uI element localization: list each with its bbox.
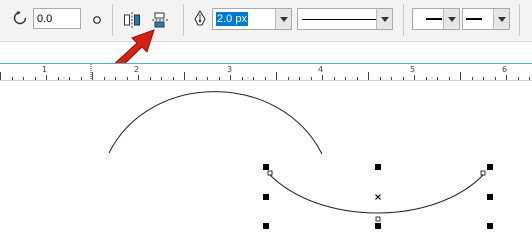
rotation-angle-input[interactable] (33, 8, 81, 29)
ruler-ticks (0, 64, 530, 80)
selection-handle[interactable] (487, 164, 493, 170)
pen-nib-icon (193, 9, 207, 33)
selection-handle[interactable] (375, 223, 381, 229)
app-window: 2.0 px 1 2 3 4 5 (0, 0, 532, 251)
ruler-label: 4 (318, 65, 324, 74)
degree-circle-icon (92, 12, 102, 30)
chevron-down-icon[interactable] (376, 9, 392, 29)
toolbar-separator (183, 4, 184, 36)
ruler-label: 5 (410, 65, 416, 74)
selection-handle[interactable] (375, 164, 381, 170)
selection-handle[interactable] (487, 194, 493, 200)
end-arrowhead-preview (466, 18, 482, 20)
line-style-preview (302, 19, 376, 20)
chevron-down-icon[interactable] (443, 9, 459, 29)
ruler-label: 1 (42, 65, 48, 74)
end-arrowhead-combo[interactable] (462, 8, 510, 30)
toolbar-separator (403, 4, 404, 36)
ruler-label: 2 (134, 65, 140, 74)
selection-handle[interactable] (263, 164, 269, 170)
selection-handle[interactable] (263, 223, 269, 229)
horizontal-ruler[interactable]: 1 2 3 4 5 6 (0, 63, 532, 81)
node-point[interactable] (267, 170, 273, 176)
node-point[interactable] (480, 170, 486, 176)
center-x-icon (375, 194, 381, 200)
chevron-down-icon[interactable] (493, 9, 509, 29)
line-style-combo[interactable] (297, 8, 393, 30)
start-arrowhead-combo[interactable] (412, 8, 460, 30)
arc-shape[interactable] (108, 91, 323, 155)
drawing-canvas[interactable] (0, 81, 532, 251)
start-arrowhead-preview (426, 18, 442, 20)
outline-width-combo[interactable]: 2.0 px (212, 8, 292, 30)
chevron-down-icon[interactable] (275, 9, 291, 29)
outline-width-value[interactable]: 2.0 px (216, 12, 248, 26)
property-bar: 2.0 px (0, 0, 532, 42)
node-point[interactable] (375, 216, 381, 222)
ruler-label: 3 (227, 65, 233, 74)
selection-handle[interactable] (487, 223, 493, 229)
rotate-icon (12, 10, 28, 31)
toolbar-separator (519, 4, 520, 36)
ruler-label: 6 (502, 65, 508, 74)
selected-arc-shape[interactable] (268, 173, 485, 214)
selection-handle[interactable] (263, 194, 269, 200)
